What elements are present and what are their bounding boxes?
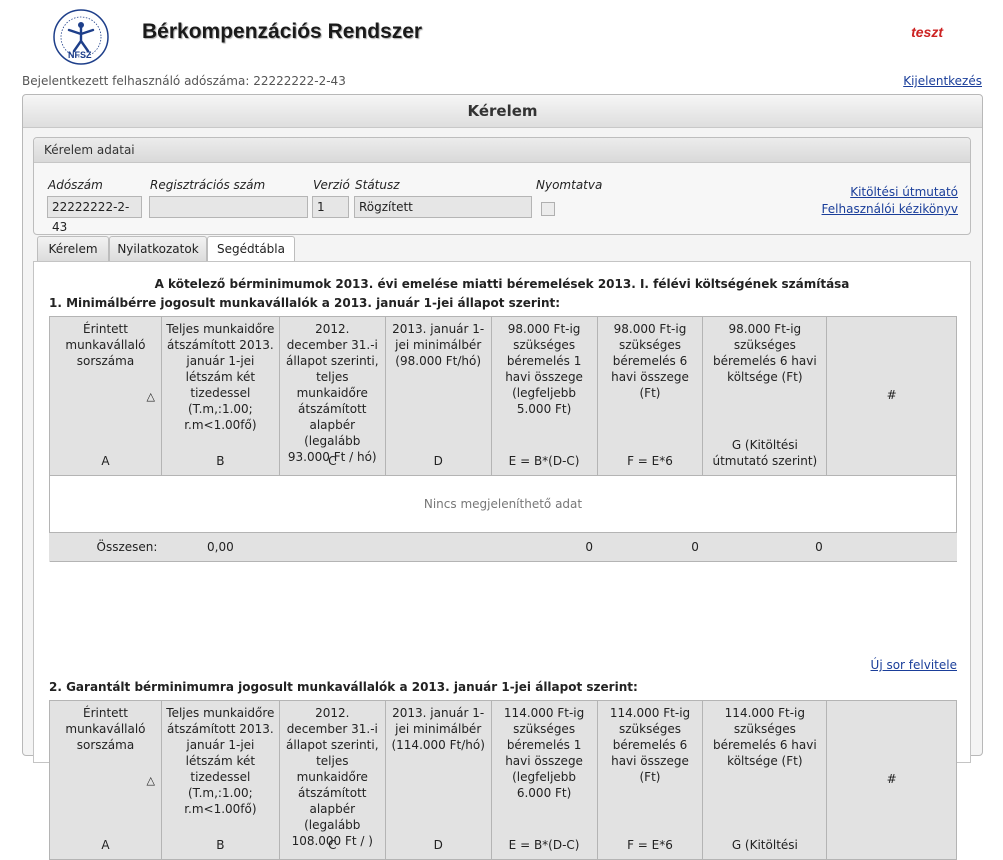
- column-header-f[interactable]: 98.000 Ft-ig szükséges béremelés 6 havi …: [596, 316, 704, 476]
- column-letter: E = B*(D-C): [508, 454, 580, 468]
- column-header-text: Érintett munkavállaló sorszáma: [65, 706, 146, 752]
- tab-content-segedtabla: A kötelező bérminimumok 2013. évi emelés…: [33, 261, 971, 860]
- column-letter: A: [101, 838, 110, 852]
- request-panel: Kérelem Kérelem adatai Adószám 22222222-…: [22, 94, 983, 860]
- request-details-fieldset: Kérelem adatai Adószám 22222222-2-43 Reg…: [33, 137, 971, 235]
- column-header-text: Teljes munkaidőre átszámított 2013. janu…: [166, 322, 275, 432]
- page-title: Kérelem: [23, 95, 982, 128]
- report-title: A kötelező bérminimumok 2013. évi emelés…: [154, 277, 850, 291]
- app-title: Bérkompenzációs Rendszer: [142, 20, 423, 43]
- minimum-wage-grid: Érintett munkavállaló sorszáma △ A Telje…: [49, 316, 957, 562]
- user-manual-link[interactable]: Felhasználói kézikönyv: [822, 202, 958, 216]
- tax-number-field[interactable]: 22222222-2-43: [47, 196, 142, 234]
- column-header-text: 2013. január 1-jei minimálbér (98.000 Ft…: [392, 322, 485, 368]
- status-label: Státusz: [355, 178, 400, 192]
- section-2-title: 2. Garantált bérminimumra jogosult munka…: [49, 680, 638, 694]
- filling-guide-link[interactable]: Kitöltési útmutató: [850, 185, 958, 199]
- total-e: 0: [491, 532, 598, 562]
- column-header-a[interactable]: Érintett munkavállaló sorszáma △ A: [49, 316, 162, 476]
- column-header-text: 2012. december 31.-i állapot szerinti, t…: [286, 322, 379, 464]
- logged-in-user-text: Bejelentkezett felhasználó adószáma: 222…: [22, 74, 346, 88]
- total-f: 0: [597, 532, 703, 562]
- column-header-actions: #: [826, 316, 957, 476]
- column-letter: C: [328, 454, 337, 468]
- column-header-text: 2012. december 31.-i állapot szerinti, t…: [286, 706, 379, 848]
- column-letter: E = B*(D-C): [508, 838, 580, 852]
- version-field[interactable]: 1: [312, 196, 349, 218]
- actions-column-label: #: [886, 772, 897, 786]
- column-letter: F = E*6: [627, 454, 673, 468]
- column-header-text: 114.000 Ft-ig szükséges béremelés 6 havi…: [609, 706, 691, 784]
- column-letter: A: [101, 454, 110, 468]
- printed-label: Nyomtatva: [536, 178, 603, 192]
- guaranteed-minimum-grid: Érintett munkavállaló sorszáma △ A Telje…: [49, 700, 957, 860]
- column-header-actions: #: [826, 700, 957, 860]
- tab-nyilatkozatok[interactable]: Nyilatkozatok: [109, 236, 207, 261]
- column-header-c[interactable]: 2012. december 31.-i állapot szerinti, t…: [278, 700, 386, 860]
- new-row-link[interactable]: Új sor felvitele: [871, 658, 957, 672]
- logout-link[interactable]: Kijelentkezés: [903, 74, 982, 88]
- column-header-text: 114.000 Ft-ig szükséges béremelés 1 havi…: [503, 706, 585, 800]
- totals-row: Összesen: 0,00 0 0 0: [49, 532, 957, 562]
- environment-label: teszt: [911, 24, 943, 40]
- column-header-a[interactable]: Érintett munkavállaló sorszáma △ A: [49, 700, 162, 860]
- column-header-d[interactable]: 2013. január 1-jei minimálbér (98.000 Ft…: [384, 316, 492, 476]
- app-header: NFSZ Bérkompenzációs Rendszer teszt: [22, 6, 981, 68]
- tab-kerelem[interactable]: Kérelem: [37, 236, 109, 261]
- column-header-text: 98.000 Ft-ig szükséges béremelés 1 havi …: [505, 322, 583, 416]
- column-header-b[interactable]: Teljes munkaidőre átszámított 2013. janu…: [160, 700, 280, 860]
- column-letter: F = E*6: [627, 838, 673, 852]
- column-header-text: Érintett munkavállaló sorszáma: [65, 322, 146, 368]
- sort-ascending-icon[interactable]: △: [146, 389, 154, 405]
- column-header-e[interactable]: 114.000 Ft-ig szükséges béremelés 1 havi…: [490, 700, 598, 860]
- column-letter: C: [328, 838, 337, 852]
- status-field[interactable]: Rögzített: [354, 196, 532, 218]
- totals-label: Összesen:: [49, 532, 162, 562]
- column-letter: G (Kitöltési: [731, 838, 798, 852]
- column-header-g[interactable]: 98.000 Ft-ig szükséges béremelés 6 havi …: [702, 316, 828, 476]
- column-header-e[interactable]: 98.000 Ft-ig szükséges béremelés 1 havi …: [490, 316, 598, 476]
- column-header-c[interactable]: 2012. december 31.-i állapot szerinti, t…: [278, 316, 386, 476]
- column-header-text: 114.000 Ft-ig szükséges béremelés 6 havi…: [712, 706, 817, 768]
- total-b: 0,00: [161, 532, 280, 562]
- section-1-title: 1. Minimálbérre jogosult munkavállalók a…: [49, 296, 561, 310]
- column-letter: G (Kitöltési útmutató szerint): [712, 438, 818, 468]
- registration-number-field[interactable]: [149, 196, 308, 218]
- column-header-g[interactable]: 114.000 Ft-ig szükséges béremelés 6 havi…: [702, 700, 828, 860]
- column-letter: B: [216, 838, 225, 852]
- version-label: Verzió: [313, 178, 350, 192]
- user-bar: Bejelentkezett felhasználó adószáma: 222…: [22, 74, 982, 88]
- column-header-text: 98.000 Ft-ig szükséges béremelés 6 havi …: [611, 322, 689, 400]
- request-details-legend: Kérelem adatai: [34, 138, 970, 163]
- column-header-text: 98.000 Ft-ig szükséges béremelés 6 havi …: [712, 322, 817, 384]
- nfsz-logo-icon: NFSZ: [52, 8, 110, 66]
- logo-text: NFSZ: [68, 50, 92, 60]
- column-header-text: Teljes munkaidőre átszámított 2013. janu…: [166, 706, 275, 816]
- registration-number-label: Regisztrációs szám: [150, 178, 266, 192]
- empty-grid-message: Nincs megjeleníthető adat: [49, 475, 957, 533]
- column-letter: D: [433, 454, 443, 468]
- column-letter: B: [216, 454, 225, 468]
- total-g: 0: [702, 532, 827, 562]
- printed-checkbox[interactable]: [541, 202, 555, 216]
- actions-column-label: #: [886, 388, 897, 402]
- column-header-text: 2013. január 1-jei minimálbér (114.000 F…: [391, 706, 485, 752]
- tax-number-label: Adószám: [48, 178, 103, 192]
- column-header-f[interactable]: 114.000 Ft-ig szükséges béremelés 6 havi…: [596, 700, 704, 860]
- column-letter: D: [433, 838, 443, 852]
- sort-ascending-icon[interactable]: △: [146, 773, 154, 789]
- column-header-d[interactable]: 2013. január 1-jei minimálbér (114.000 F…: [384, 700, 492, 860]
- column-header-b[interactable]: Teljes munkaidőre átszámított 2013. janu…: [160, 316, 280, 476]
- tab-segedtabla[interactable]: Segédtábla: [207, 236, 295, 263]
